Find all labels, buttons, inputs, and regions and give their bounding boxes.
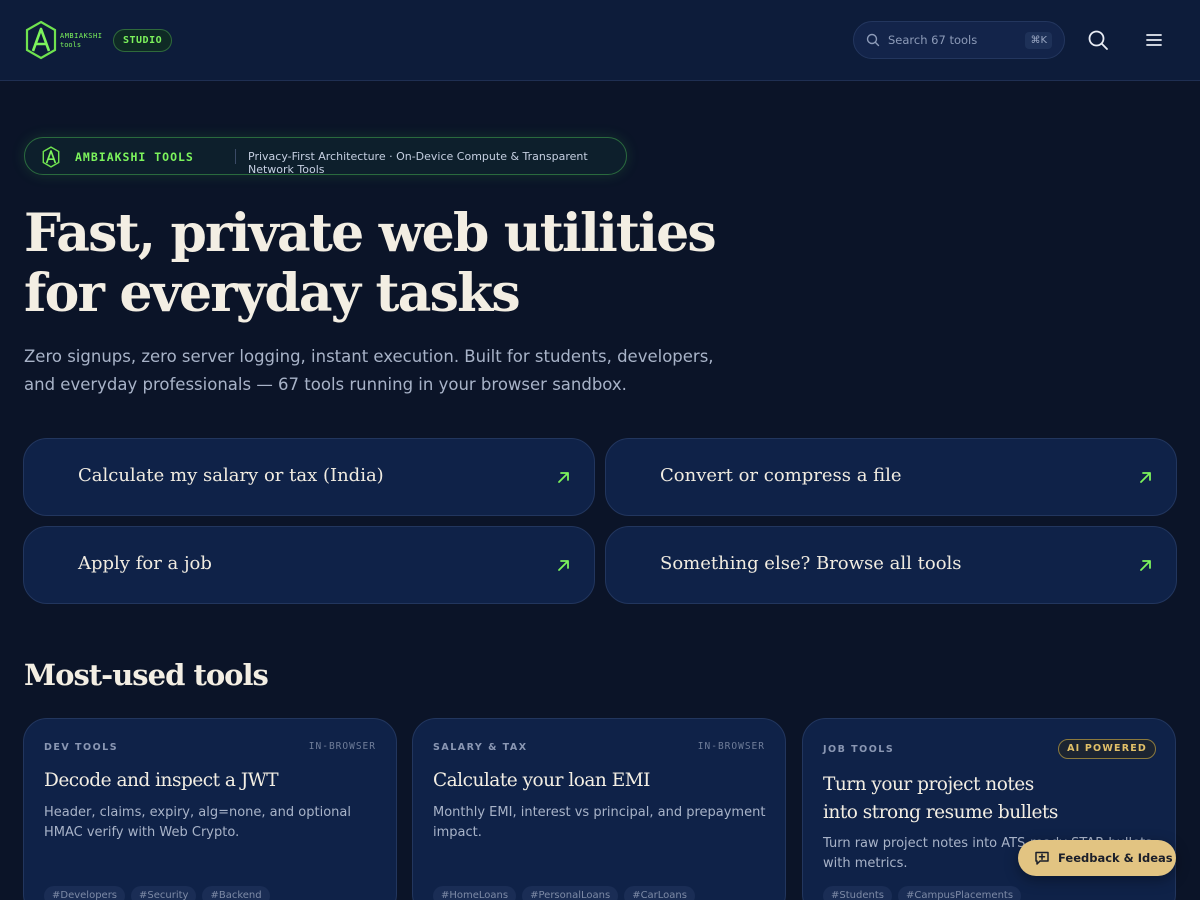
search-icon[interactable]: [1087, 29, 1109, 51]
quick-action-label: Something else? Browse all tools: [660, 553, 962, 574]
tag-chip[interactable]: #CarLoans: [624, 886, 695, 900]
tool-tags: #Developers #Security #Backend: [44, 886, 270, 900]
hamburger-menu-icon[interactable]: [1143, 29, 1165, 51]
ambiakshi-logo-icon: [42, 146, 60, 168]
pill-brand-name: AMBIAKSHI TOOLS: [75, 150, 194, 164]
top-navigation-bar: AMBIAKSHI tools STUDIO ⌘K: [0, 0, 1200, 81]
ambiakshi-logo-icon[interactable]: [24, 20, 58, 60]
tool-card-jwt-decoder[interactable]: DEV TOOLS IN-BROWSER Decode and inspect …: [23, 718, 397, 900]
tag-chip[interactable]: #Developers: [44, 886, 126, 900]
tool-category: JOB TOOLS: [823, 744, 895, 755]
quick-action-label: Apply for a job: [78, 553, 212, 574]
tag-chip[interactable]: #Security: [131, 886, 197, 900]
page-title: Fast, private web utilities for everyday…: [24, 204, 724, 324]
tool-mode-label: IN-BROWSER: [308, 741, 376, 752]
feedback-button[interactable]: Feedback & Ideas: [1018, 840, 1176, 876]
tool-name-line-2: into strong resume bullets: [823, 802, 1058, 823]
quick-action-apply-job[interactable]: Apply for a job: [23, 526, 595, 604]
search-input[interactable]: [888, 30, 1028, 50]
pill-tagline: Privacy-First Architecture · On-Device C…: [248, 150, 588, 176]
logo-line-2: tools: [60, 41, 82, 49]
tool-name: Calculate your loan EMI: [433, 770, 650, 791]
feedback-button-label: Feedback & Ideas: [1058, 851, 1173, 865]
ai-powered-badge: AI POWERED: [1058, 739, 1156, 759]
tool-category: SALARY & TAX: [433, 742, 528, 753]
subtitle-line-2: and everyday professionals — 67 tools ru…: [24, 375, 627, 394]
hero-subtitle: Zero signups, zero server logging, insta…: [24, 343, 714, 399]
logo-line-1: AMBIAKSHI: [60, 32, 103, 40]
title-line-2: for everyday tasks: [24, 263, 521, 324]
tool-card-loan-emi[interactable]: SALARY & TAX IN-BROWSER Calculate your l…: [412, 718, 786, 900]
studio-badge[interactable]: STUDIO: [113, 29, 173, 52]
tool-tags: #HomeLoans #PersonalLoans #CarLoans: [433, 886, 695, 900]
arrow-up-right-icon: [558, 560, 569, 571]
brand-tagline-pill: AMBIAKSHI TOOLS Privacy-First Architectu…: [24, 137, 627, 176]
title-line-1: Fast, private web utilities: [24, 203, 717, 264]
tool-category: DEV TOOLS: [44, 742, 119, 753]
search-icon: [866, 33, 880, 47]
message-plus-icon: [1035, 851, 1049, 865]
subtitle-line-1: Zero signups, zero server logging, insta…: [24, 347, 714, 366]
quick-action-browse-all[interactable]: Something else? Browse all tools: [605, 526, 1177, 604]
quick-action-convert-file[interactable]: Convert or compress a file: [605, 438, 1177, 516]
tool-mode-label: IN-BROWSER: [697, 741, 765, 752]
tool-name-line-1: Turn your project notes: [823, 774, 1034, 795]
quick-action-salary-tax[interactable]: Calculate my salary or tax (India): [23, 438, 595, 516]
arrow-up-right-icon: [1140, 472, 1151, 483]
tool-description: Monthly EMI, interest vs principal, and …: [433, 805, 766, 840]
quick-action-label: Convert or compress a file: [660, 465, 902, 486]
arrow-up-right-icon: [1140, 560, 1151, 571]
tool-name: Turn your project notes into strong resu…: [823, 771, 1153, 827]
arrow-up-right-icon: [558, 472, 569, 483]
quick-action-label: Calculate my salary or tax (India): [78, 465, 384, 486]
logo-wordmark[interactable]: AMBIAKSHI tools: [60, 33, 102, 49]
tag-chip[interactable]: #Backend: [202, 886, 270, 900]
keyboard-shortcut-hint: ⌘K: [1025, 32, 1052, 49]
tag-chip[interactable]: #PersonalLoans: [522, 886, 619, 900]
tool-tags: #Students #CampusPlacements: [823, 886, 1022, 900]
tag-chip[interactable]: #HomeLoans: [433, 886, 517, 900]
section-title-most-used: Most-used tools: [24, 658, 269, 692]
tool-name: Decode and inspect a JWT: [44, 770, 279, 791]
search-bar[interactable]: ⌘K: [853, 21, 1065, 59]
tool-description: Header, claims, expiry, alg=none, and op…: [44, 805, 351, 840]
tag-chip[interactable]: #Students: [823, 886, 892, 900]
tag-chip[interactable]: #CampusPlacements: [897, 886, 1022, 900]
pill-divider: [235, 149, 236, 164]
